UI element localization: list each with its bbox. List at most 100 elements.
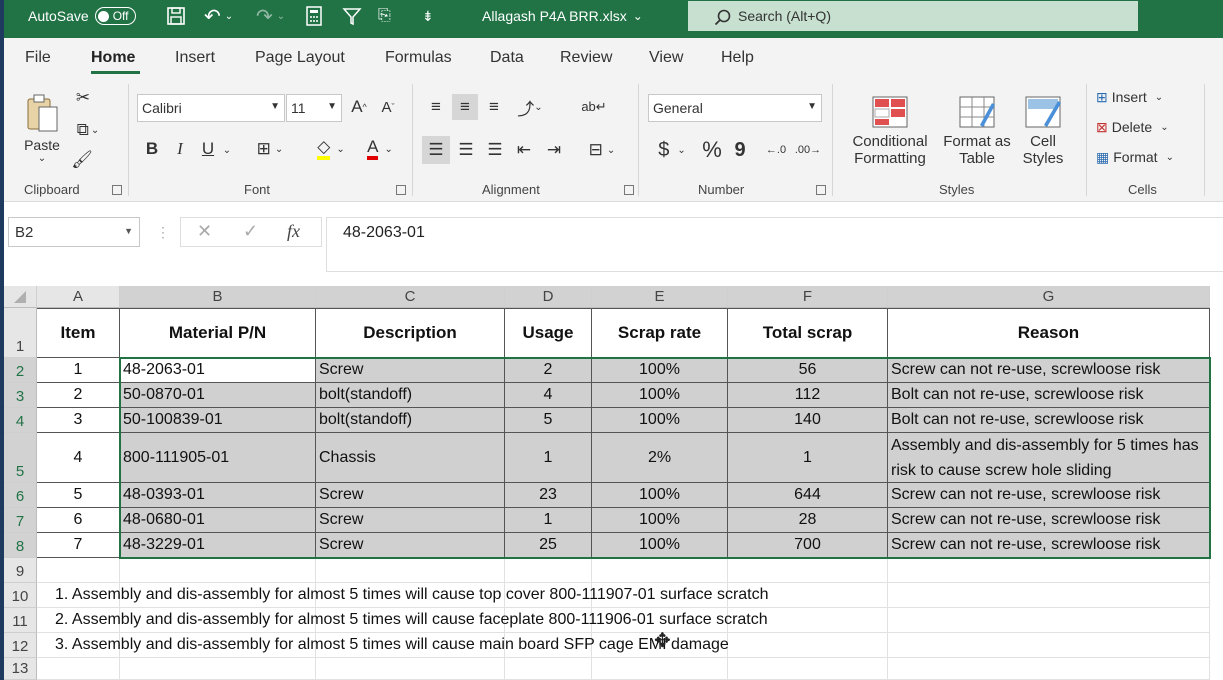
- bold-button[interactable]: B: [142, 136, 162, 162]
- table-cell[interactable]: Screw can not re-use, screwloose risk: [888, 483, 1210, 508]
- search-input[interactable]: Search (Alt+Q): [688, 1, 1138, 31]
- customize-toolbar-icon[interactable]: ⇟: [422, 0, 434, 32]
- table-cell[interactable]: 5: [505, 408, 592, 433]
- table-cell[interactable]: 56: [728, 358, 888, 383]
- row-header-13[interactable]: 13: [4, 658, 37, 680]
- formula-input[interactable]: 48-2063-01: [326, 217, 1223, 272]
- tab-insert[interactable]: Insert: [175, 49, 215, 67]
- table-cell[interactable]: Assembly and dis-assembly for 5 times ha…: [888, 433, 1210, 483]
- autosave[interactable]: AutoSave Off: [28, 0, 136, 32]
- font-color-icon[interactable]: A ⌄: [357, 136, 403, 162]
- underline-button[interactable]: U: [198, 136, 218, 162]
- table-cell[interactable]: 800-111905-01: [120, 433, 316, 483]
- table-cell[interactable]: Screw: [316, 533, 505, 558]
- tab-formulas[interactable]: Formulas: [385, 49, 452, 67]
- decrease-font-size-icon[interactable]: Aˇ: [376, 94, 400, 120]
- number-format-select[interactable]: General ▼: [648, 94, 822, 122]
- table-cell[interactable]: 25: [505, 533, 592, 558]
- empty-cell[interactable]: [728, 633, 888, 658]
- name-box[interactable]: B2 ▼: [8, 217, 140, 247]
- column-header-b[interactable]: B: [120, 286, 316, 308]
- table-cell[interactable]: bolt(standoff): [316, 408, 505, 433]
- copy-icon[interactable]: ⧉ ⌄: [70, 118, 106, 142]
- table-cell[interactable]: 140: [728, 408, 888, 433]
- table-cell[interactable]: 23: [505, 483, 592, 508]
- empty-cell[interactable]: [505, 658, 592, 680]
- comma-style-button[interactable]: 9: [730, 136, 750, 164]
- table-cell[interactable]: 1: [37, 358, 120, 383]
- align-center-icon[interactable]: ☰: [454, 136, 478, 164]
- row-header-3[interactable]: 3: [4, 383, 37, 408]
- empty-cell[interactable]: [888, 583, 1210, 608]
- empty-cell[interactable]: [37, 558, 120, 583]
- alignment-launcher-icon[interactable]: [624, 185, 634, 195]
- tab-data[interactable]: Data: [490, 49, 524, 67]
- row-header-2[interactable]: 2: [4, 358, 37, 383]
- table-cell[interactable]: 2: [505, 358, 592, 383]
- increase-font-size-icon[interactable]: A ^: [347, 94, 371, 120]
- empty-cell[interactable]: [37, 658, 120, 680]
- undo-icon[interactable]: ↶ ⌄: [204, 0, 233, 32]
- empty-cell[interactable]: [592, 658, 728, 680]
- font-launcher-icon[interactable]: [396, 185, 406, 195]
- table-cell[interactable]: 1: [728, 433, 888, 483]
- table-cell[interactable]: 100%: [592, 508, 728, 533]
- filter-icon[interactable]: [342, 0, 362, 32]
- file-name[interactable]: Allagash P4A BRR.xlsx ⌄: [482, 0, 643, 32]
- empty-cell[interactable]: [888, 658, 1210, 680]
- empty-cell[interactable]: [728, 558, 888, 583]
- form-icon[interactable]: ⎘: [378, 0, 391, 32]
- clipboard-launcher-icon[interactable]: [112, 185, 122, 195]
- table-cell[interactable]: Bolt can not re-use, screwloose risk: [888, 408, 1210, 433]
- decrease-decimal-icon[interactable]: .00→: [794, 136, 822, 164]
- row-header-5[interactable]: 5: [4, 433, 37, 483]
- table-cell[interactable]: bolt(standoff): [316, 383, 505, 408]
- merge-center-icon[interactable]: ⊟ ⌄: [582, 136, 622, 164]
- save-icon[interactable]: [166, 0, 186, 32]
- row-header-7[interactable]: 7: [4, 508, 37, 533]
- table-header-cell[interactable]: Usage: [505, 308, 592, 358]
- table-cell[interactable]: 6: [37, 508, 120, 533]
- empty-cell[interactable]: [120, 658, 316, 680]
- column-header-c[interactable]: C: [316, 286, 505, 308]
- wrap-text-icon[interactable]: ab↵: [581, 94, 606, 120]
- redo-icon[interactable]: ↷ ⌄: [256, 0, 285, 32]
- column-header-e[interactable]: E: [592, 286, 728, 308]
- table-cell[interactable]: 28: [728, 508, 888, 533]
- middle-align-icon[interactable]: ≡: [452, 94, 478, 120]
- calculator-icon[interactable]: [306, 0, 322, 32]
- row-header-6[interactable]: 6: [4, 483, 37, 508]
- table-cell[interactable]: 1: [505, 508, 592, 533]
- worksheet-grid[interactable]: ABCDEFG 1 2 3 4 5 6 7 8 9 10 11 12 13 Item Material P…: [4, 286, 1223, 680]
- table-cell[interactable]: 5: [37, 483, 120, 508]
- empty-cell[interactable]: [505, 558, 592, 583]
- top-align-icon[interactable]: ≡: [424, 94, 448, 120]
- column-header-f[interactable]: F: [728, 286, 888, 308]
- table-cell[interactable]: 48-0393-01: [120, 483, 316, 508]
- tab-file[interactable]: File: [25, 49, 51, 67]
- table-cell[interactable]: 100%: [592, 483, 728, 508]
- format-as-table-button[interactable]: Format as Table: [938, 88, 1016, 174]
- increase-decimal-icon[interactable]: ←.0: [762, 136, 790, 164]
- table-cell[interactable]: 100%: [592, 533, 728, 558]
- row-header-9[interactable]: 9: [4, 558, 37, 583]
- table-cell[interactable]: 112: [728, 383, 888, 408]
- tab-page-layout[interactable]: Page Layout: [255, 49, 345, 67]
- table-cell[interactable]: Screw can not re-use, screwloose risk: [888, 533, 1210, 558]
- table-header-cell[interactable]: Reason: [888, 308, 1210, 358]
- tab-review[interactable]: Review: [560, 49, 612, 67]
- empty-cell[interactable]: [888, 558, 1210, 583]
- row-header-12[interactable]: 12: [4, 633, 37, 658]
- table-cell[interactable]: 700: [728, 533, 888, 558]
- table-cell[interactable]: 100%: [592, 383, 728, 408]
- table-cell[interactable]: Bolt can not re-use, screwloose risk: [888, 383, 1210, 408]
- cell-styles-button[interactable]: Cell Styles: [1014, 88, 1072, 174]
- bottom-align-icon[interactable]: ≡: [482, 94, 506, 120]
- tab-help[interactable]: Help: [721, 49, 754, 67]
- table-cell[interactable]: 48-0680-01: [120, 508, 316, 533]
- percent-button[interactable]: %: [700, 136, 724, 164]
- empty-cell[interactable]: [888, 608, 1210, 633]
- empty-cell[interactable]: [120, 558, 316, 583]
- table-cell[interactable]: 1: [505, 433, 592, 483]
- table-header-cell[interactable]: Description: [316, 308, 505, 358]
